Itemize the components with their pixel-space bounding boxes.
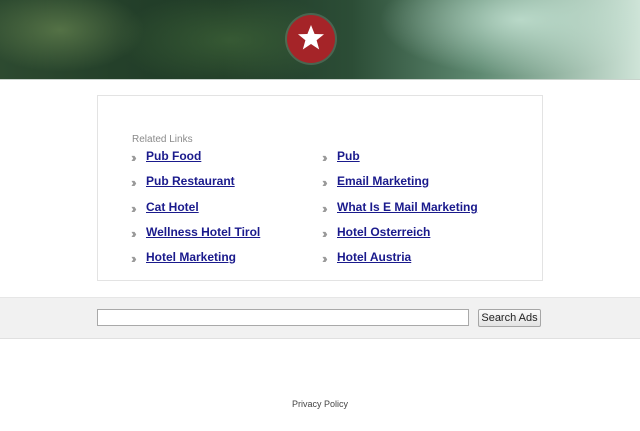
related-link[interactable]: Pub	[337, 149, 360, 163]
related-link-item: ›› Pub Food	[131, 148, 201, 165]
related-link[interactable]: Pub Restaurant	[146, 174, 235, 188]
double-chevron-right-icon: ››	[131, 200, 137, 216]
double-chevron-right-icon: ››	[322, 250, 328, 266]
related-link-item: ›› Pub	[322, 148, 360, 165]
related-link-item: ›› Cat Hotel	[131, 199, 199, 216]
double-chevron-right-icon: ››	[322, 200, 328, 216]
related-link-item: ›› Hotel Marketing	[131, 249, 236, 266]
privacy-policy-link[interactable]: Privacy Policy	[292, 399, 348, 409]
related-link-item: ›› What Is E Mail Marketing	[322, 199, 478, 216]
related-link[interactable]: Pub Food	[146, 149, 201, 163]
double-chevron-right-icon: ››	[131, 149, 137, 165]
related-link[interactable]: What Is E Mail Marketing	[337, 200, 478, 214]
related-links-title: Related Links	[132, 134, 193, 145]
footer: Privacy Policy	[0, 399, 640, 409]
double-chevron-right-icon: ››	[322, 149, 328, 165]
related-link-item: ›› Hotel Austria	[322, 249, 411, 266]
double-chevron-right-icon: ››	[131, 250, 137, 266]
star-icon	[298, 25, 324, 50]
related-link[interactable]: Wellness Hotel Tirol	[146, 225, 260, 239]
related-link-item: ›› Email Marketing	[322, 173, 429, 190]
related-link[interactable]: Hotel Marketing	[146, 250, 236, 264]
site-logo[interactable]	[287, 15, 335, 63]
related-link-item: ›› Wellness Hotel Tirol	[131, 224, 260, 241]
search-ads-button[interactable]: Search Ads	[478, 309, 541, 327]
related-link[interactable]: Cat Hotel	[146, 200, 199, 214]
double-chevron-right-icon: ››	[131, 225, 137, 241]
double-chevron-right-icon: ››	[322, 174, 328, 190]
related-link-item: ›› Hotel Osterreich	[322, 224, 430, 241]
header-divider	[0, 79, 640, 80]
related-link-item: ›› Pub Restaurant	[131, 173, 235, 190]
related-link[interactable]: Hotel Austria	[337, 250, 411, 264]
related-link[interactable]: Hotel Osterreich	[337, 225, 430, 239]
double-chevron-right-icon: ››	[322, 225, 328, 241]
related-link[interactable]: Email Marketing	[337, 174, 429, 188]
double-chevron-right-icon: ››	[131, 174, 137, 190]
search-input[interactable]	[97, 309, 469, 326]
